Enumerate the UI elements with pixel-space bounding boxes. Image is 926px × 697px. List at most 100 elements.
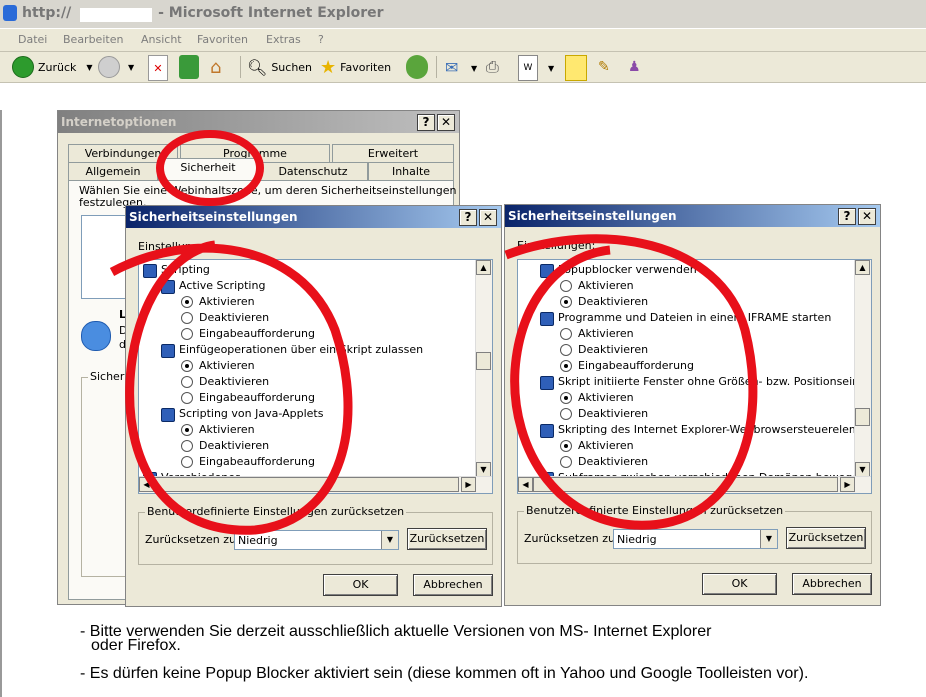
research-icon[interactable]: ✎ <box>598 55 618 79</box>
ok-button[interactable]: OK <box>323 574 398 596</box>
note-icon[interactable] <box>565 55 587 81</box>
close-button[interactable]: ✕ <box>479 209 497 226</box>
security-settings-title: Sicherheitseinstellungen <box>129 210 298 224</box>
radio-button[interactable] <box>181 456 193 468</box>
vertical-scrollbar[interactable]: ▲ ▼ <box>475 260 492 477</box>
scroll-right-button[interactable]: ▶ <box>840 477 855 492</box>
ie-logo-icon <box>3 5 17 21</box>
tab-sicherheit-label: Sicherheit <box>180 161 236 174</box>
toolbar-separator <box>240 56 241 78</box>
scroll-down-button[interactable]: ▼ <box>855 462 870 477</box>
setting-label: Deaktivieren <box>578 407 649 420</box>
radio-button[interactable] <box>181 392 193 404</box>
radio-button[interactable] <box>560 456 572 468</box>
history-icon[interactable] <box>406 55 428 79</box>
horizontal-scrollbar[interactable]: ◀ ▶ <box>518 476 871 493</box>
stop-icon[interactable]: ✕ <box>148 55 168 81</box>
cancel-button[interactable]: Abbrechen <box>792 573 872 595</box>
settings-label: Einstellungen: <box>138 240 217 253</box>
reset-group: Benutzerdefinierte Einstellungen zurücks… <box>138 505 493 565</box>
tab-sicherheit[interactable]: Sicherheit <box>158 158 258 180</box>
setting-label: Aktivieren <box>199 359 255 372</box>
scroll-right-button[interactable]: ▶ <box>461 477 476 492</box>
tab-erweitert[interactable]: Erweitert <box>332 144 454 162</box>
menu-help[interactable]: ? <box>318 33 324 46</box>
forward-button[interactable]: ▼ <box>98 55 134 79</box>
cancel-button[interactable]: Abbrechen <box>413 574 493 596</box>
tab-datenschutz[interactable]: Datenschutz <box>258 162 368 180</box>
radio-button[interactable] <box>560 280 572 292</box>
settings-list[interactable]: Popupblocker verwenden Aktivieren Deaktivi… <box>517 259 872 494</box>
radio-button[interactable] <box>181 312 193 324</box>
redacted-url-mask <box>80 8 152 22</box>
settings-list[interactable]: Scripting Active Scripting Aktivieren Deakt… <box>138 259 493 494</box>
menu-extras[interactable]: Extras <box>266 33 301 46</box>
hscroll-thumb[interactable] <box>154 477 459 492</box>
radio-button[interactable] <box>181 440 193 452</box>
radio-button[interactable] <box>181 360 193 372</box>
radio-button[interactable] <box>560 296 572 308</box>
mail-icon[interactable]: ✉ <box>445 55 467 79</box>
mail-dropdown-icon[interactable]: ▼ <box>471 64 477 73</box>
radio-button[interactable] <box>181 376 193 388</box>
back-button[interactable]: Zurück ▼ <box>12 55 93 79</box>
back-dropdown-icon[interactable]: ▼ <box>86 63 92 72</box>
reset-level-select[interactable]: Niedrig ▼ <box>234 530 399 550</box>
search-button[interactable]: 🔍︎ Suchen <box>247 55 312 79</box>
setting-label: Popupblocker verwenden <box>558 263 697 276</box>
hscroll-thumb[interactable] <box>533 477 838 492</box>
script-icon <box>161 408 175 422</box>
radio-button[interactable] <box>560 360 572 372</box>
ok-button[interactable]: OK <box>702 573 777 595</box>
tab-allgemein[interactable]: Allgemein <box>68 162 158 180</box>
window-title-suffix: - Microsoft Internet Explorer <box>153 5 384 21</box>
refresh-icon[interactable] <box>179 55 199 79</box>
chevron-down-icon[interactable]: ▼ <box>381 531 398 549</box>
menu-bearbeiten[interactable]: Bearbeiten <box>63 33 123 46</box>
vertical-scrollbar[interactable]: ▲ ▼ <box>854 260 871 477</box>
close-button[interactable]: ✕ <box>437 114 455 131</box>
chevron-down-icon[interactable]: ▼ <box>760 530 777 548</box>
radio-button[interactable] <box>560 408 572 420</box>
reset-button[interactable]: Zurücksetzen <box>786 527 866 549</box>
scroll-down-button[interactable]: ▼ <box>476 462 491 477</box>
help-button[interactable]: ? <box>417 114 435 131</box>
scroll-thumb[interactable] <box>855 408 870 426</box>
menu-datei[interactable]: Datei <box>18 33 47 46</box>
tab-datenschutz-label: Datenschutz <box>278 165 348 178</box>
scroll-left-button[interactable]: ◀ <box>518 477 533 492</box>
radio-button[interactable] <box>560 344 572 356</box>
scroll-thumb[interactable] <box>476 352 491 370</box>
scroll-up-button[interactable]: ▲ <box>855 260 870 275</box>
back-label: Zurück <box>38 60 77 74</box>
help-button[interactable]: ? <box>838 208 856 225</box>
horizontal-scrollbar[interactable]: ◀ ▶ <box>139 476 492 493</box>
radio-button[interactable] <box>560 392 572 404</box>
help-button[interactable]: ? <box>459 209 477 226</box>
menu-ansicht[interactable]: Ansicht <box>141 33 182 46</box>
radio-button[interactable] <box>560 440 572 452</box>
reset-button[interactable]: Zurücksetzen <box>407 528 487 550</box>
setting-label: Aktivieren <box>578 279 634 292</box>
favorites-button[interactable]: ★ Favoriten <box>320 55 391 79</box>
reset-level-select[interactable]: Niedrig ▼ <box>613 529 778 549</box>
radio-button[interactable] <box>181 328 193 340</box>
home-icon[interactable]: ⌂ <box>210 55 232 79</box>
print-icon[interactable]: ⎙ <box>486 55 508 79</box>
forward-arrow-icon <box>98 56 120 78</box>
radio-button[interactable] <box>181 424 193 436</box>
radio-button[interactable] <box>181 296 193 308</box>
note-line-1b: oder Firefox. <box>91 637 181 654</box>
script-icon <box>161 344 175 358</box>
edit-dropdown-icon[interactable]: ▼ <box>548 64 554 73</box>
tab-verbindungen-label: Verbindungen <box>84 147 162 160</box>
close-button[interactable]: ✕ <box>858 208 876 225</box>
messenger-icon[interactable]: ♟ <box>628 55 648 79</box>
scroll-left-button[interactable]: ◀ <box>139 477 154 492</box>
menu-favoriten[interactable]: Favoriten <box>197 33 248 46</box>
radio-button[interactable] <box>560 328 572 340</box>
edit-word-icon[interactable]: W <box>518 55 538 81</box>
tab-inhalte[interactable]: Inhalte <box>368 162 454 180</box>
forward-dropdown-icon[interactable]: ▼ <box>128 63 134 72</box>
scroll-up-button[interactable]: ▲ <box>476 260 491 275</box>
